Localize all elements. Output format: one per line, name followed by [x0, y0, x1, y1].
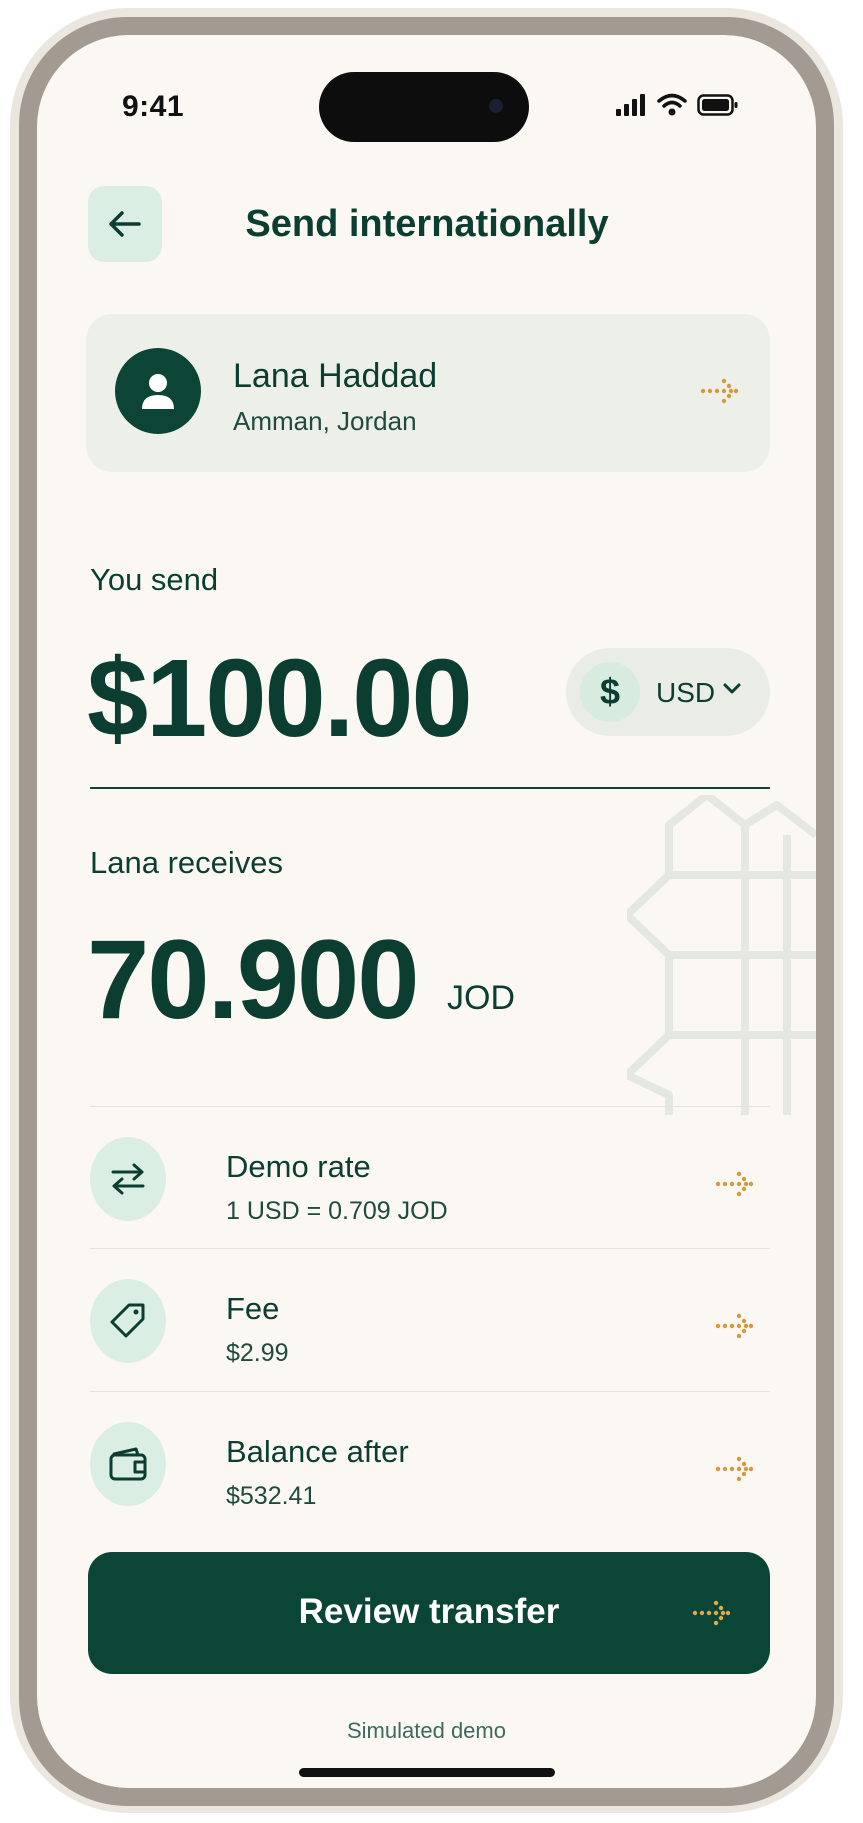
dotted-arrow-right-icon: [715, 1313, 754, 1339]
dotted-arrow-right-icon: [715, 1171, 754, 1197]
geometric-pattern-decoration: [627, 795, 816, 1115]
avatar: [115, 348, 201, 434]
send-amount-input[interactable]: $100.00: [87, 635, 473, 762]
home-indicator[interactable]: [299, 1768, 555, 1777]
wifi-icon: [657, 93, 687, 116]
row-icon-wrap: [90, 1279, 166, 1363]
recipient-name: Lana Haddad: [233, 357, 438, 395]
dollar-icon: $: [580, 662, 640, 722]
row-value: 1 USD = 0.709 JOD: [226, 1197, 448, 1225]
app-screen: 9:41 Send internationally Lana Haddad Am…: [37, 35, 816, 1788]
receive-currency: JOD: [447, 979, 515, 1017]
currency-selector[interactable]: $ USD: [566, 648, 770, 736]
swap-arrows-icon: [111, 1163, 145, 1195]
row-icon-wrap: [90, 1422, 166, 1506]
footer-note: Simulated demo: [347, 1718, 506, 1743]
status-icons: [615, 93, 739, 117]
chevron-down-icon: [723, 683, 741, 694]
row-value: $2.99: [226, 1339, 289, 1367]
amount-divider: [90, 787, 770, 789]
back-button[interactable]: [88, 186, 162, 262]
receive-amount: 70.900: [87, 917, 420, 1042]
dotted-arrow-right-icon: [700, 378, 739, 404]
row-title: Fee: [226, 1291, 280, 1326]
camera-icon: [489, 99, 503, 113]
row-title: Demo rate: [226, 1149, 371, 1184]
tag-icon: [110, 1303, 145, 1338]
arrow-left-icon: [109, 211, 141, 237]
detail-row-rate[interactable]: Demo rate 1 USD = 0.709 JOD: [90, 1107, 770, 1247]
dynamic-island: [319, 72, 529, 142]
review-transfer-label: Review transfer: [298, 1592, 560, 1631]
dotted-arrow-right-icon: [715, 1456, 754, 1482]
battery-icon: [697, 94, 738, 116]
recipient-card[interactable]: Lana Haddad Amman, Jordan: [86, 314, 770, 472]
row-value: $532.41: [226, 1482, 317, 1510]
row-icon-wrap: [90, 1137, 166, 1221]
detail-row-balance[interactable]: Balance after $532.41: [90, 1392, 770, 1532]
user-icon: [142, 374, 174, 409]
detail-row-fee[interactable]: Fee $2.99: [90, 1249, 770, 1389]
receive-label: Lana receives: [90, 845, 284, 880]
recipient-location: Amman, Jordan: [233, 406, 417, 436]
status-time: 9:41: [122, 90, 185, 123]
currency-code: USD: [656, 677, 716, 708]
signal-icon: [616, 94, 645, 116]
page-title: Send internationally: [245, 203, 609, 245]
dotted-arrow-right-icon: [692, 1600, 731, 1626]
wallet-icon: [109, 1447, 147, 1481]
send-label: You send: [90, 562, 219, 597]
review-transfer-button[interactable]: Review transfer: [88, 1552, 770, 1674]
row-title: Balance after: [226, 1434, 409, 1469]
